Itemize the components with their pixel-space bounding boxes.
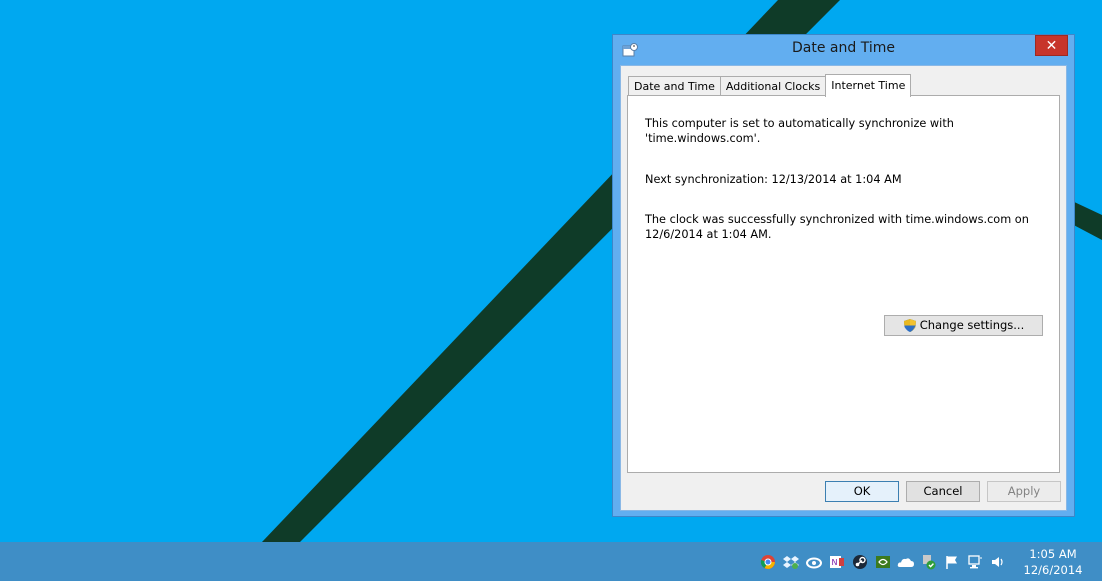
network-icon[interactable] [965,552,984,571]
tab-additional-clocks[interactable]: Additional Clocks [719,76,827,97]
onenote-icon[interactable]: N [827,552,846,571]
sync-status-line2: 12/6/2014 at 1:04 AM. [645,228,772,241]
date-and-time-window: Date and Time ✕ Date and Time Additional… [612,34,1075,517]
steam-icon[interactable] [850,552,869,571]
window-title: Date and Time [792,40,895,56]
tab-internet-time[interactable]: Internet Time [825,74,912,97]
next-sync-text: Next synchronization: 12/13/2014 at 1:04… [645,173,902,186]
volume-icon[interactable] [988,552,1007,571]
system-tray: N [758,542,1007,581]
change-settings-label: Change settings... [919,318,1025,332]
tab-strip: Date and Time Additional Clocks Internet… [628,74,912,97]
change-settings-button[interactable]: Change settings... [884,315,1043,336]
creative-cloud-icon[interactable] [804,552,823,571]
close-button[interactable]: ✕ [1035,35,1068,56]
action-center-flag-icon[interactable] [942,552,961,571]
internet-time-panel: This computer is set to automatically sy… [627,95,1060,473]
apply-button[interactable]: Apply [987,481,1061,502]
nvidia-icon[interactable] [873,552,892,571]
title-bar[interactable]: Date and Time ✕ [613,35,1074,65]
tab-date-and-time[interactable]: Date and Time [628,76,721,97]
dropbox-icon[interactable] [781,552,800,571]
sync-description: This computer is set to automatically sy… [645,116,1040,146]
sync-status: The clock was successfully synchronized … [645,212,1040,242]
onedrive-icon[interactable] [896,552,915,571]
clock-time: 1:05 AM [1029,547,1077,561]
dialog-body: Date and Time Additional Clocks Internet… [620,65,1067,511]
antivirus-icon[interactable] [919,552,938,571]
clock-date: 12/6/2014 [1023,563,1083,577]
uac-shield-icon [903,319,916,332]
svg-text:N: N [831,558,837,567]
sync-description-line1: This computer is set to automatically sy… [645,117,954,130]
cancel-button[interactable]: Cancel [906,481,980,502]
taskbar: N 1:05 AM 12/6/2014 [0,542,1102,581]
ok-button[interactable]: OK [825,481,899,502]
sync-status-line1: The clock was successfully synchronized … [645,213,1029,226]
sync-description-line2: 'time.windows.com'. [645,132,761,145]
chrome-icon[interactable] [758,552,777,571]
taskbar-clock[interactable]: 1:05 AM 12/6/2014 [1018,546,1088,578]
